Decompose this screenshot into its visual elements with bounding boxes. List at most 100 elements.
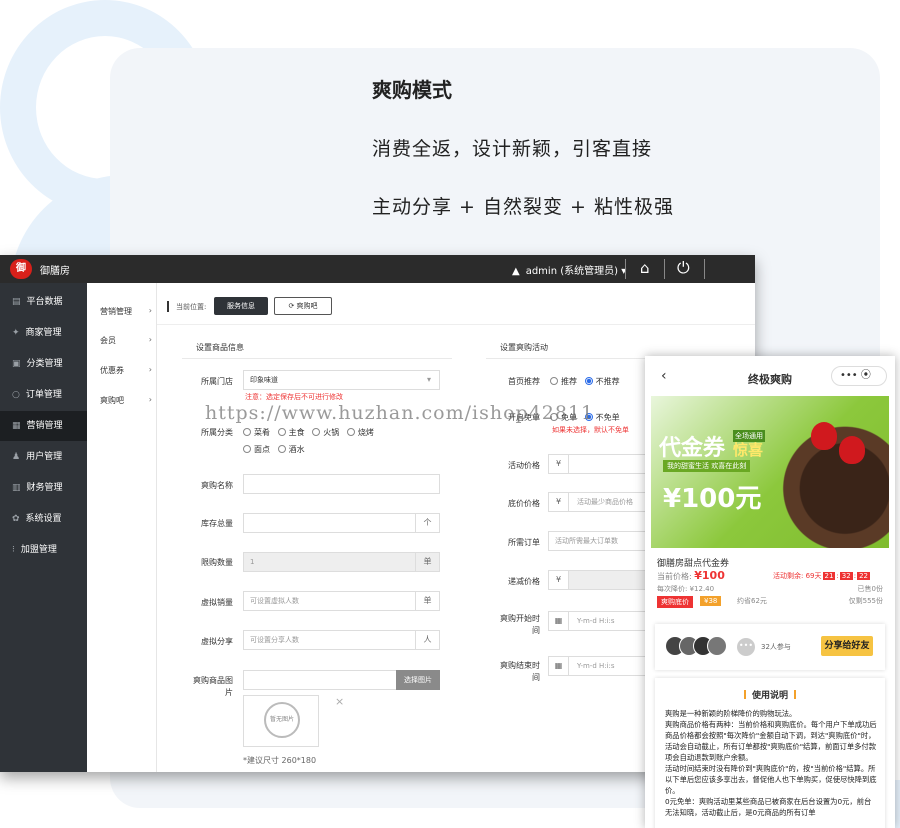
image-label-2: 片 <box>225 688 233 697</box>
user-menu-label: admin (系统管理员) ▾ <box>525 266 627 277</box>
sidebar-item-categories[interactable]: ▣ 分类管理 <box>0 349 87 379</box>
finance-icon: ▥ <box>12 483 21 493</box>
radio-icon <box>550 377 558 385</box>
sidebar-item-label: 财务管理 <box>26 483 63 493</box>
category-option[interactable]: 主食 <box>277 428 305 437</box>
limit-value: 1 <box>250 558 255 566</box>
usage-paragraph: 爽购商品价格有两种：当前价格和爽购底价。每个用户下单成功后商品价格都会按照"每次… <box>665 720 877 762</box>
chevron-right-icon: › <box>148 365 152 374</box>
admin-topbar: 御 御膳房 ▲ admin (系统管理员) ▾ ⌂ ⏻ <box>0 255 755 283</box>
sidebar-item-label: 用户管理 <box>26 452 63 462</box>
category-radios-row2: 面点 酒水 <box>243 444 305 455</box>
choose-image-button[interactable]: 选择图片 <box>396 670 440 690</box>
option-recommend[interactable]: 推荐 <box>550 377 577 386</box>
banner-surprise: 惊喜 <box>733 441 764 459</box>
start-time-placeholder: Y-m-d H:i:s <box>577 617 615 625</box>
name-input[interactable] <box>243 474 440 494</box>
title-bar <box>743 690 746 699</box>
virtual-share-label: 虚拟分享 <box>201 637 233 646</box>
phone-navbar: ‹ 终极爽购 ••• ⦿ <box>645 356 895 396</box>
sidebar-item-settings[interactable]: ✿ 系统设置 <box>0 504 87 534</box>
subnav-label: 爽购吧 <box>100 396 124 405</box>
start-time-label-2: 间 <box>532 626 540 635</box>
share-button[interactable]: 分享给好友 <box>821 636 873 656</box>
chevron-down-icon: ▾ <box>426 375 431 384</box>
sidebar-item-label: 加盟管理 <box>20 545 57 555</box>
sidebar-item-franchise[interactable]: ⁝ 加盟管理 <box>0 535 87 565</box>
option-not-recommend[interactable]: 不推荐 <box>584 377 620 386</box>
floor-price-value: ¥38 <box>700 596 722 606</box>
radio-icon <box>312 428 321 436</box>
sidebar-item-label: 系统设置 <box>25 514 62 524</box>
category-option-label: 菜肴 <box>254 428 270 437</box>
radio-icon <box>277 428 286 436</box>
category-icon: ▣ <box>12 359 21 369</box>
section-title-activity: 设置爽购活动 <box>500 343 548 352</box>
radio-icon <box>277 445 286 453</box>
sidebar-item-orders[interactable]: ○ 订单管理 <box>0 380 87 410</box>
countdown-hours: 21 <box>822 572 836 580</box>
category-option-label: 火锅 <box>323 428 340 437</box>
subnav-item-marketing[interactable]: 营销管理 › <box>100 306 152 317</box>
radio-icon <box>243 428 251 436</box>
virtual-sales-input[interactable]: 可设置虚拟人数 单 <box>243 591 440 611</box>
virtual-share-input[interactable]: 可设置分享人数 人 <box>243 630 440 650</box>
category-option[interactable]: 火锅 <box>312 428 339 437</box>
radio-icon <box>346 428 355 436</box>
free-order-note: 如果未选择，默认不免单 <box>552 426 629 434</box>
sidebar-item-users[interactable]: ♟ 用户管理 <box>0 442 87 472</box>
subnav-item-shuanggou[interactable]: 爽购吧 › <box>100 395 152 406</box>
product-name: 御膳房甜点代金券 <box>657 559 730 569</box>
image-path-input[interactable] <box>243 670 397 690</box>
home-recommend-radios: 推荐 不推荐 <box>550 376 620 387</box>
banner-voucher: 代金券 <box>659 436 726 461</box>
breadcrumb: 当前位置: 服务信息 ⟳ 爽购吧 <box>157 283 755 325</box>
sidebar-item-platform-data[interactable]: ▤ 平台数据 <box>0 287 87 317</box>
sub-navigation: 营销管理 › 会员 › 优惠券 › 爽购吧 › <box>87 283 157 772</box>
share-panel: ••• 32人参与 分享给好友 <box>655 624 885 670</box>
virtual-sales-label: 虚拟销量 <box>201 598 233 607</box>
tab-shuanggou[interactable]: ⟳ 爽购吧 <box>274 297 332 315</box>
home-recommend-label: 首页推荐 <box>508 377 540 386</box>
menu-capsule-icon[interactable]: ••• ⦿ <box>831 366 887 386</box>
stock-input[interactable]: 个 <box>243 513 440 533</box>
category-radios-row1: 菜肴 主食 火锅 烧烤 <box>243 427 374 438</box>
activity-price-label: 活动价格 <box>508 461 540 470</box>
chevron-right-icon: › <box>148 395 152 404</box>
countdown-minutes: 32 <box>839 572 853 580</box>
limit-input[interactable]: 1单 <box>243 552 440 572</box>
section-title-product: 设置商品信息 <box>196 343 244 352</box>
sidebar-item-finance[interactable]: ▥ 财务管理 <box>0 473 87 503</box>
subnav-item-members[interactable]: 会员 › <box>100 335 152 346</box>
product-info: 御膳房甜点代金券 当前价格: ¥100 活动剩余: 69天 21:32:22 每次… <box>645 552 895 616</box>
banner-tagline: 我的甜蜜生活 欢喜在此刻 <box>663 460 751 472</box>
user-menu[interactable]: ▲ admin (系统管理员) ▾ <box>512 262 626 277</box>
topbar-divider <box>664 259 665 279</box>
currency-symbol: ¥ <box>549 571 569 589</box>
sidebar-item-merchants[interactable]: ✦ 商家管理 <box>0 318 87 348</box>
close-icon[interactable]: × <box>335 695 344 708</box>
subnav-label: 优惠券 <box>100 366 124 375</box>
subnav-item-coupons[interactable]: 优惠券 › <box>100 365 152 376</box>
virtual-share-unit: 人 <box>415 631 439 649</box>
home-icon[interactable]: ⌂ <box>640 259 650 277</box>
store-select[interactable]: 印象味道 ▾ <box>243 370 440 390</box>
merchant-icon: ✦ <box>12 328 20 338</box>
sidebar-item-marketing[interactable]: ▦ 营销管理 <box>0 411 87 441</box>
category-option[interactable]: 酒水 <box>277 445 305 454</box>
radio-selected-icon <box>584 377 593 385</box>
category-option[interactable]: 面点 <box>243 445 270 454</box>
category-option[interactable]: 烧烤 <box>346 428 374 437</box>
virtual-sales-unit: 单 <box>415 592 439 610</box>
topbar-divider <box>625 259 626 279</box>
chevron-right-icon: › <box>148 306 152 315</box>
tab-service-info[interactable]: 服务信息 <box>214 297 268 315</box>
sidebar-item-label: 商家管理 <box>25 328 62 338</box>
promo-line-1: 消费全返，设计新颖，引客直接 <box>372 138 653 160</box>
category-option[interactable]: 菜肴 <box>243 428 270 437</box>
sidebar: ▤ 平台数据 ✦ 商家管理 ▣ 分类管理 ○ 订单管理 ▦ 营销管理 ♟ 用户管理 ▥ 财务管… <box>0 283 87 772</box>
countdown-label: 活动剩余: 69天 <box>773 572 822 580</box>
power-icon[interactable]: ⏻ <box>677 258 690 278</box>
start-time-label: 爽购开始时 <box>500 614 540 623</box>
floor-price-label: 底价价格 <box>508 499 540 508</box>
